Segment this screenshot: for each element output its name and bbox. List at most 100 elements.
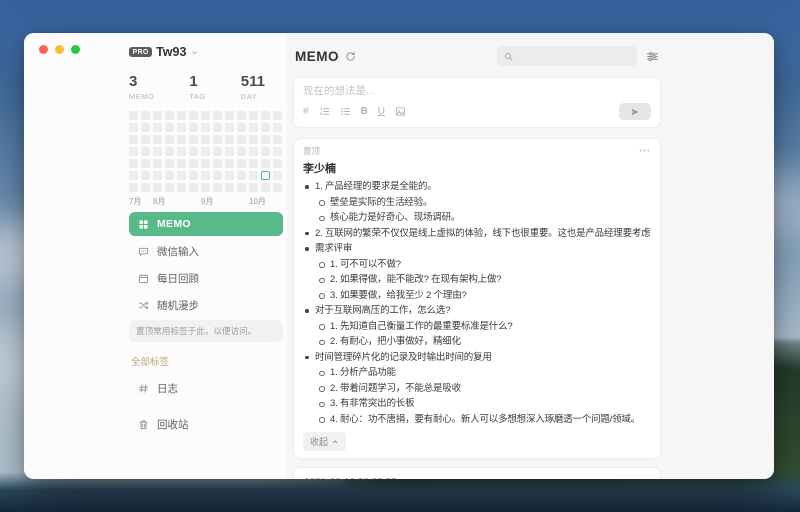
memo-sub-bullet: 1. 可不可以不做?: [303, 257, 651, 273]
more-menu-icon[interactable]: [638, 144, 651, 157]
image-tool[interactable]: [395, 106, 406, 118]
underline-tool[interactable]: U: [378, 106, 385, 118]
heatmap-cell: [237, 171, 246, 180]
heatmap-cell: [189, 135, 198, 144]
heatmap-cell: [165, 135, 174, 144]
memo-bullet: 时间管理碎片化的记录及时输出时间的复用: [303, 350, 651, 366]
page-title: MEMO: [295, 49, 339, 64]
sidebar-item-label: 随机漫步: [157, 298, 199, 313]
heatmap-cell: [201, 123, 210, 132]
main-area: MEMO # BU: [287, 33, 774, 479]
heatmap-month-labels: 7月8月9月10月: [129, 196, 283, 208]
search-icon: [504, 52, 513, 61]
tag-tool[interactable]: #: [303, 106, 309, 118]
shuffle-icon: [138, 300, 149, 311]
unordered-list-tool[interactable]: [340, 106, 351, 118]
heatmap-cell: [225, 183, 234, 192]
heatmap-cell: [165, 159, 174, 168]
memo-sub-bullet: 2. 如果得做，能不能改? 在现有架构上做?: [303, 272, 651, 288]
sidebar-item-random-walk[interactable]: 随机漫步: [129, 293, 283, 317]
heatmap-cell: [141, 123, 150, 132]
heatmap-cell: [129, 111, 138, 120]
wechat-icon: [138, 246, 149, 257]
zoom-button[interactable]: [71, 45, 80, 54]
ordered-list-tool[interactable]: [319, 106, 330, 118]
trash-icon: [138, 419, 149, 430]
stat-memo: 3MEMO: [129, 73, 154, 101]
memo-sub-bullet: 2. 带着问题学习，不能总是吸收: [303, 381, 651, 397]
sidebar-item-daily-review[interactable]: 每日回顾: [129, 266, 283, 290]
send-icon: [630, 107, 640, 117]
more-menu-icon[interactable]: [637, 476, 650, 479]
heatmap-cell: [201, 135, 210, 144]
memo-sub-bullet: 3. 如果要做，给我至少 2 个理由?: [303, 288, 651, 304]
sidebar-item-memo[interactable]: MEMO: [129, 212, 283, 236]
sidebar-item-wechat-input[interactable]: 微信输入: [129, 239, 283, 263]
stat-tag: 1TAG: [189, 73, 205, 101]
bold-tool[interactable]: B: [361, 106, 368, 118]
sidebar: PRO Tw93 3MEMO1TAG511DAY 7月8月9月10月 MEMO微…: [24, 33, 287, 479]
heatmap-cell: [249, 111, 258, 120]
memo-input[interactable]: [303, 85, 651, 97]
heatmap-cell: [249, 147, 258, 156]
close-button[interactable]: [39, 45, 48, 54]
search-input[interactable]: [518, 51, 628, 62]
collapse-button[interactable]: 收起: [303, 432, 346, 451]
memo-sub-bullet: 3. 有非常突出的长板: [303, 396, 651, 412]
heatmap-cell: [249, 135, 258, 144]
month-label: 7月: [129, 196, 141, 207]
refresh-icon[interactable]: [345, 51, 356, 62]
user-menu[interactable]: PRO Tw93: [129, 43, 283, 61]
heatmap-cell: [153, 123, 162, 132]
heatmap-cell: [261, 123, 270, 132]
filter-sliders-icon[interactable]: [646, 50, 659, 63]
heatmap-cell: [141, 171, 150, 180]
heatmap-cell: [177, 111, 186, 120]
sidebar-item-trash[interactable]: 回收站: [129, 412, 283, 436]
memo-bullet: 需求评审: [303, 241, 651, 257]
heatmap-cell: [237, 135, 246, 144]
heatmap-cell: [249, 171, 258, 180]
grid-icon: [138, 219, 149, 230]
next-memo-card: 2021-06-10 00:05:55: [293, 467, 661, 479]
search-box[interactable]: [497, 46, 637, 66]
pin-tags-hint: 置顶常用标签于此，以便访问。: [129, 320, 283, 342]
heatmap-cell: [249, 159, 258, 168]
heatmap-cell: [261, 111, 270, 120]
heatmap-cell: [261, 183, 270, 192]
sidebar-item-journal[interactable]: 日志: [129, 376, 283, 400]
heatmap-cell: [189, 147, 198, 156]
memo-sub-bullet: 1. 先知道自己衡量工作的最重要标准是什么?: [303, 319, 651, 335]
heatmap-cell: [177, 171, 186, 180]
sidebar-item-label: MEMO: [157, 218, 191, 230]
heatmap-cell: [261, 171, 270, 180]
memo-feed: # BU 置顶 李少楠 1. 产品经理的要求是全能的。壁垒是实际的生活经验。核心能…: [293, 77, 661, 479]
tag-list: 日志: [129, 376, 283, 400]
heatmap-cell: [165, 123, 174, 132]
heatmap-cell: [189, 123, 198, 132]
collapse-label: 收起: [310, 435, 328, 448]
app-window: PRO Tw93 3MEMO1TAG511DAY 7月8月9月10月 MEMO微…: [24, 33, 774, 479]
heatmap-cell: [177, 147, 186, 156]
heatmap-cell: [273, 147, 282, 156]
heatmap-cell: [225, 135, 234, 144]
heatmap-cell: [201, 159, 210, 168]
heatmap-cell: [153, 111, 162, 120]
memo-bullet: 对于互联网高压的工作，怎么选?: [303, 303, 651, 319]
minimize-button[interactable]: [55, 45, 64, 54]
heatmap-cell: [141, 159, 150, 168]
heatmap-cell: [165, 111, 174, 120]
heatmap-cell: [129, 123, 138, 132]
heatmap-cell: [273, 135, 282, 144]
pinned-badge: 置顶: [303, 145, 320, 157]
send-button[interactable]: [619, 103, 651, 120]
sidebar-item-label: 微信输入: [157, 244, 199, 259]
memo-card: 置顶 李少楠 1. 产品经理的要求是全能的。壁垒是实际的生活经验。核心能力是好奇…: [293, 138, 661, 459]
heatmap-cell: [177, 183, 186, 192]
heatmap-cell: [249, 183, 258, 192]
heatmap-cell: [153, 171, 162, 180]
heatmap-cell: [129, 135, 138, 144]
heatmap-cell: [273, 183, 282, 192]
chevron-up-icon: [331, 438, 339, 446]
calendar-icon: [138, 273, 149, 284]
